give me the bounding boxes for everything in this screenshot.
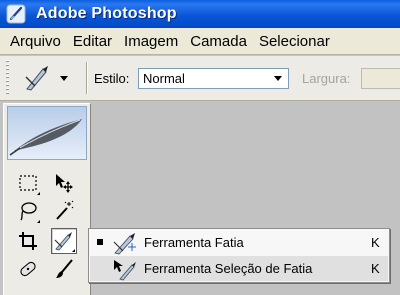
move-icon <box>56 174 73 193</box>
menu-imagem[interactable]: Imagem <box>118 29 184 54</box>
toolbox <box>3 103 91 295</box>
style-select[interactable]: Normal <box>138 68 289 89</box>
crop-icon <box>19 232 37 250</box>
menu-selecionar[interactable]: Selecionar <box>253 29 336 54</box>
magic-wand-tool[interactable] <box>51 198 77 224</box>
options-bar-grip[interactable] <box>6 60 9 96</box>
rectangular-marquee-tool[interactable] <box>15 170 41 196</box>
toolbox-header[interactable] <box>7 106 87 160</box>
menu-editar[interactable]: Editar <box>67 29 118 54</box>
slice-select-tool-icon <box>114 260 136 281</box>
flyout-item-shortcut: K <box>371 261 380 276</box>
menu-bar: Arquivo Editar Imagem Camada Selecionar <box>0 28 400 55</box>
tool-corner-marker <box>37 220 40 223</box>
slice-tool-flyout-menu: Ferramenta Fatia K Ferramenta Seleção de… <box>88 228 390 283</box>
slice-tool-icon <box>113 233 136 255</box>
photoshop-app-icon[interactable] <box>6 4 26 24</box>
healing-brush-tool[interactable] <box>15 256 41 282</box>
window-title: Adobe Photoshop <box>36 5 177 22</box>
flyout-item-shortcut: K <box>371 235 380 250</box>
healing-brush-icon <box>20 261 36 277</box>
title-bar: Adobe Photoshop <box>0 0 400 28</box>
flyout-item-label: Ferramenta Fatia <box>144 235 244 250</box>
flyout-item-slice-select-tool[interactable]: Ferramenta Seleção de Fatia K <box>90 256 388 281</box>
tool-corner-marker <box>72 249 75 252</box>
tool-preset-picker[interactable] <box>22 62 80 94</box>
brush-tool[interactable] <box>51 256 77 282</box>
options-bar: Estilo: Normal Largura: <box>0 56 400 101</box>
tool-corner-marker <box>37 192 40 195</box>
magic-wand-icon <box>56 200 74 220</box>
rectangular-marquee-icon <box>19 175 37 191</box>
menu-arquivo[interactable]: Arquivo <box>4 29 67 54</box>
options-separator <box>86 62 88 94</box>
style-label: Estilo: <box>94 71 130 86</box>
crop-tool[interactable] <box>15 228 41 254</box>
feather-icon <box>9 119 82 156</box>
chevron-down-icon <box>60 75 68 81</box>
lasso-tool[interactable] <box>15 198 41 224</box>
flyout-item-slice-tool[interactable]: Ferramenta Fatia K <box>90 230 388 255</box>
menu-camada[interactable]: Camada <box>184 29 253 54</box>
flyout-item-label: Ferramenta Seleção de Fatia <box>144 261 313 276</box>
move-tool[interactable] <box>51 170 77 196</box>
style-select-value: Normal <box>143 71 185 86</box>
lasso-icon <box>20 202 37 221</box>
width-label: Largura: <box>302 71 351 86</box>
chevron-down-icon <box>274 76 282 81</box>
width-field[interactable] <box>361 68 400 89</box>
brush-icon <box>56 259 73 278</box>
selected-marker <box>97 239 103 245</box>
slice-tool[interactable] <box>51 228 77 254</box>
slice-tool-icon <box>25 66 48 91</box>
